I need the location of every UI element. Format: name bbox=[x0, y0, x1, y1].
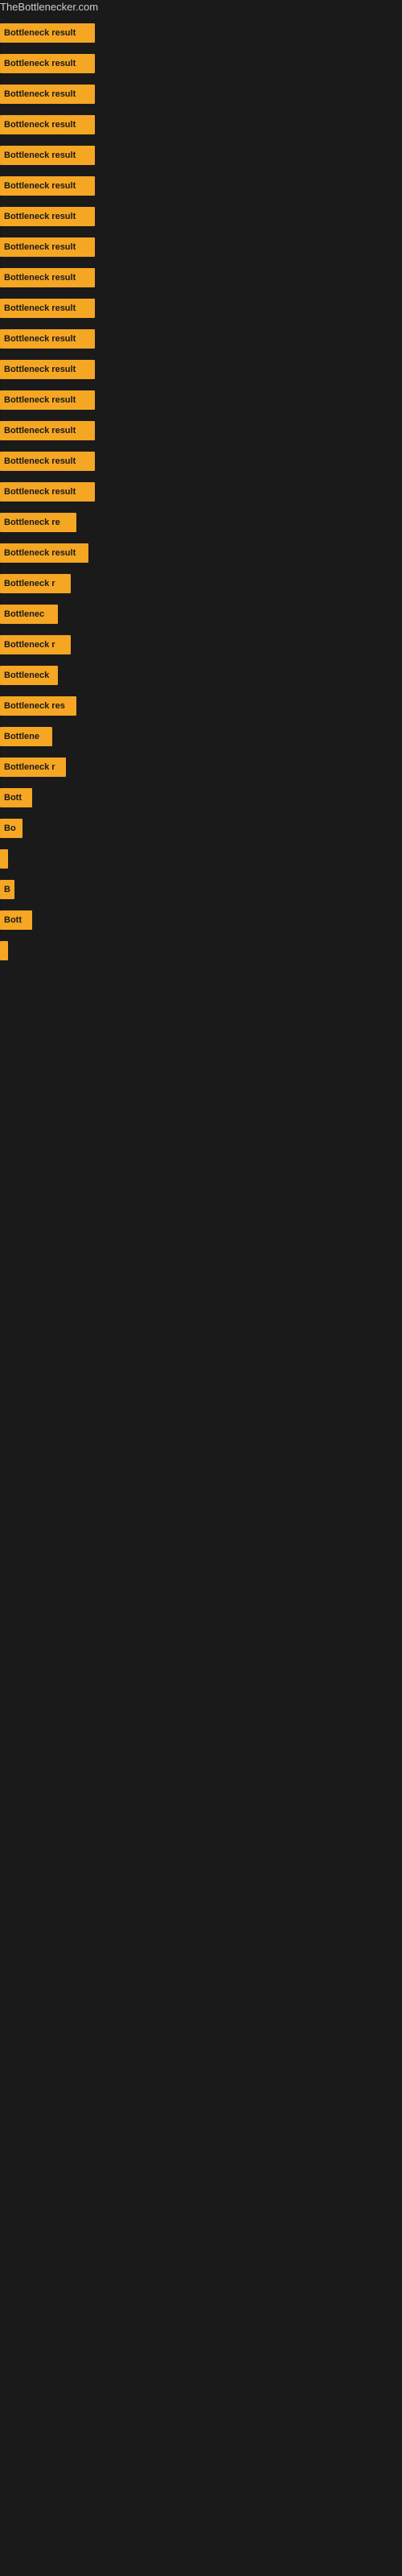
bottleneck-bar: Bott bbox=[0, 910, 32, 930]
bar-row: Bottleneck result bbox=[0, 324, 402, 354]
bottleneck-bar: Bottleneck r bbox=[0, 758, 66, 777]
bottleneck-bar bbox=[0, 941, 8, 960]
bottleneck-bar: Bottleneck result bbox=[0, 543, 88, 563]
bottleneck-bar: Bottleneck result bbox=[0, 237, 95, 257]
bar-row: Bottleneck re bbox=[0, 507, 402, 538]
bottleneck-bar: Bottleneck result bbox=[0, 54, 95, 73]
bottleneck-bar: Bottleneck result bbox=[0, 115, 95, 134]
bottleneck-bar: Bottleneck result bbox=[0, 390, 95, 410]
bar-row: Bottleneck result bbox=[0, 171, 402, 201]
bar-row: Bottleneck r bbox=[0, 568, 402, 599]
bottleneck-bar: Bottlene bbox=[0, 727, 52, 746]
bar-row: Bottleneck bbox=[0, 660, 402, 691]
bar-row: Bottleneck result bbox=[0, 48, 402, 79]
bottleneck-bar: Bottleneck result bbox=[0, 452, 95, 471]
bar-row: Bottleneck result bbox=[0, 140, 402, 171]
bar-row: Bottleneck r bbox=[0, 630, 402, 660]
bar-row: Bottleneck result bbox=[0, 201, 402, 232]
bar-row: Bottleneck r bbox=[0, 752, 402, 782]
bar-row: Bottleneck result bbox=[0, 18, 402, 48]
bottleneck-bar: Bottleneck bbox=[0, 666, 58, 685]
bottleneck-bar: Bottleneck result bbox=[0, 146, 95, 165]
site-header: TheBottlenecker.com bbox=[0, 0, 402, 14]
bottleneck-bar: Bottleneck result bbox=[0, 176, 95, 196]
bar-row: Bottleneck result bbox=[0, 293, 402, 324]
bar-row: Bo bbox=[0, 813, 402, 844]
bottleneck-bar: Bottleneck r bbox=[0, 635, 71, 654]
bottleneck-bar: Bottleneck r bbox=[0, 574, 71, 593]
bar-row: Bottleneck result bbox=[0, 385, 402, 415]
bottleneck-bar: Bottleneck result bbox=[0, 482, 95, 502]
bar-row: Bottleneck result bbox=[0, 262, 402, 293]
bar-row bbox=[0, 935, 402, 966]
bar-row: Bottleneck result bbox=[0, 477, 402, 507]
bottleneck-bar: Bottleneck result bbox=[0, 360, 95, 379]
bottleneck-bar: Bott bbox=[0, 788, 32, 807]
bar-row: Bottleneck result bbox=[0, 354, 402, 385]
bars-container: Bottleneck result Bottleneck result Bottle… bbox=[0, 14, 402, 969]
bar-row: Bottleneck result bbox=[0, 109, 402, 140]
bottleneck-bar: Bo bbox=[0, 819, 23, 838]
bar-row: B bbox=[0, 874, 402, 905]
bottleneck-bar: B bbox=[0, 880, 14, 899]
bottleneck-bar: Bottleneck result bbox=[0, 268, 95, 287]
bar-row: Bott bbox=[0, 782, 402, 813]
bar-row bbox=[0, 844, 402, 874]
bottleneck-bar: Bottleneck result bbox=[0, 23, 95, 43]
bar-row: Bottleneck result bbox=[0, 538, 402, 568]
bottleneck-bar bbox=[0, 849, 8, 869]
bar-row: Bottleneck res bbox=[0, 691, 402, 721]
bottleneck-bar: Bottleneck result bbox=[0, 85, 95, 104]
bottleneck-bar: Bottleneck re bbox=[0, 513, 76, 532]
bar-row: Bottlenec bbox=[0, 599, 402, 630]
bottleneck-bar: Bottleneck res bbox=[0, 696, 76, 716]
bottleneck-bar: Bottlenec bbox=[0, 605, 58, 624]
bottleneck-bar: Bottleneck result bbox=[0, 299, 95, 318]
bottleneck-bar: Bottleneck result bbox=[0, 421, 95, 440]
bottleneck-bar: Bottleneck result bbox=[0, 207, 95, 226]
bar-row: Bottlene bbox=[0, 721, 402, 752]
bar-row: Bottleneck result bbox=[0, 446, 402, 477]
bar-row: Bottleneck result bbox=[0, 415, 402, 446]
bar-row: Bott bbox=[0, 905, 402, 935]
bar-row: Bottleneck result bbox=[0, 232, 402, 262]
bar-row: Bottleneck result bbox=[0, 79, 402, 109]
bottleneck-bar: Bottleneck result bbox=[0, 329, 95, 349]
